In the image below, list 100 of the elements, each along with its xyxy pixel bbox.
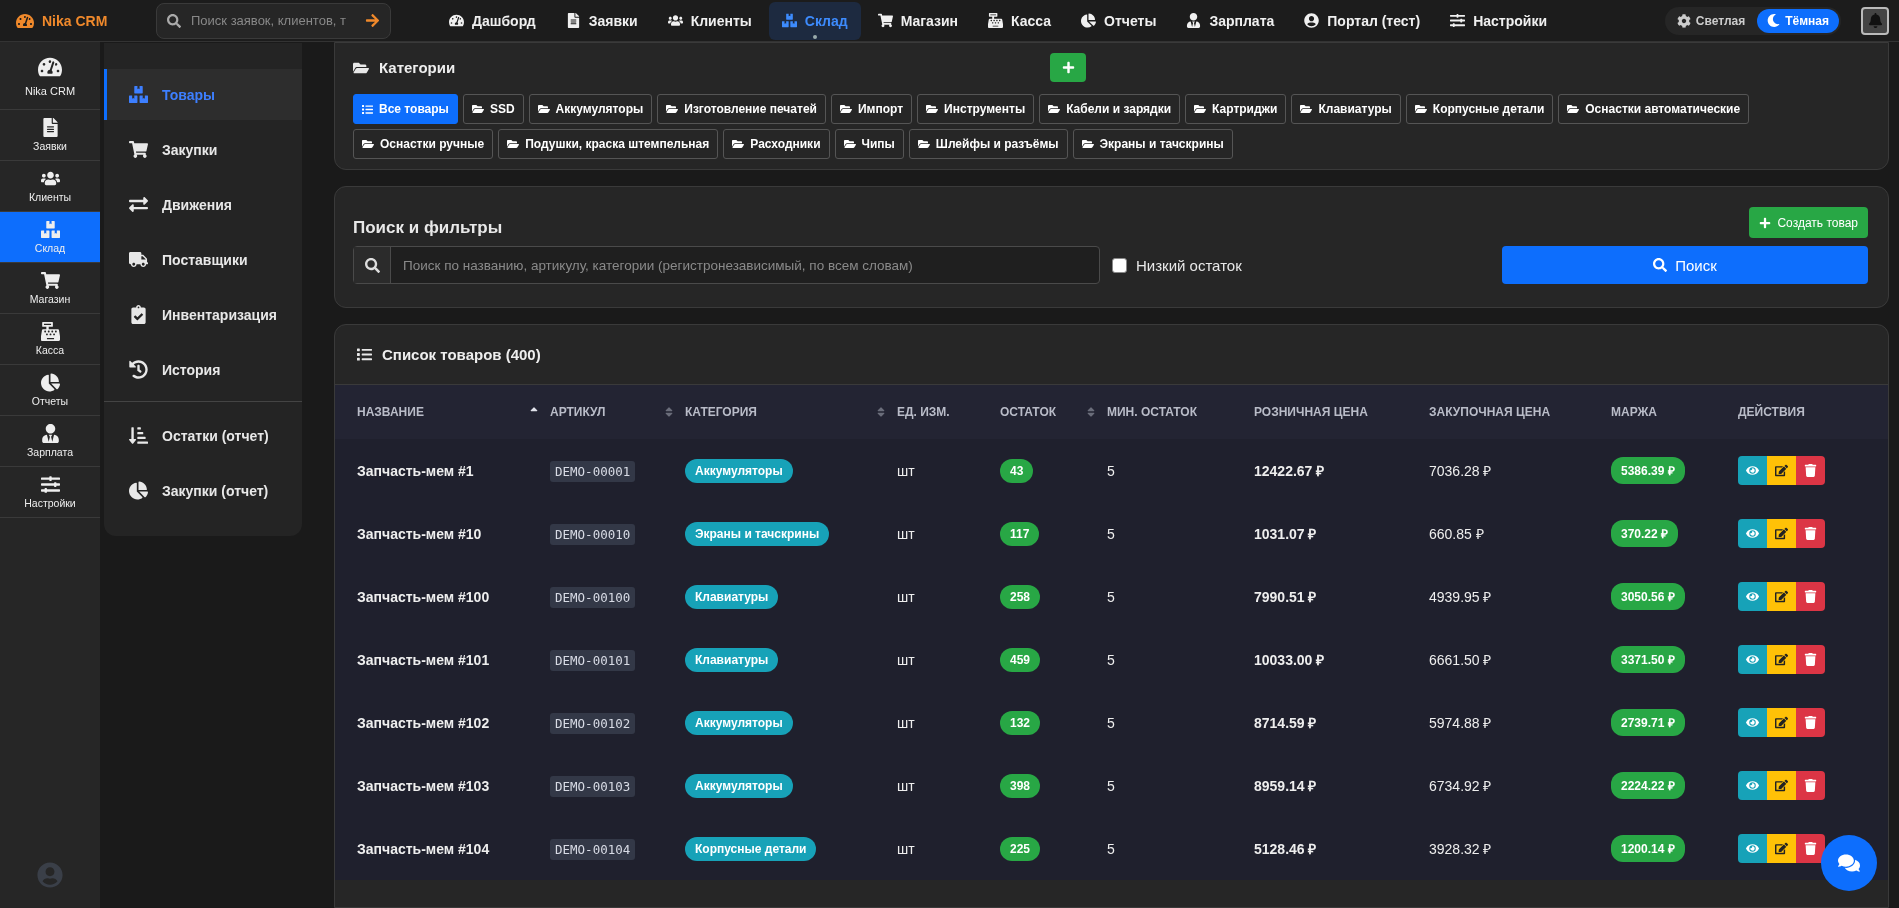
arrow-icon[interactable] (365, 13, 380, 28)
column-header[interactable]: ОСТАТОК (1000, 405, 1107, 419)
rail-item[interactable]: Зарплата (0, 416, 100, 467)
category-chip[interactable]: Кабели и зарядки (1039, 94, 1181, 124)
submenu-item[interactable]: Остатки (отчет) (104, 410, 302, 461)
sort-icon[interactable] (1085, 406, 1097, 418)
submenu-item[interactable]: Инвентаризация (104, 289, 302, 340)
category-chip[interactable]: Корпусные детали (1405, 94, 1554, 124)
clipboard-icon (129, 305, 148, 324)
retail-price: 8959.14 ₽ (1254, 777, 1318, 795)
delete-button[interactable] (1796, 519, 1825, 548)
users-icon (40, 169, 60, 188)
unit-cell-text: шт (897, 714, 916, 731)
nav-tab[interactable]: Заявки (552, 1, 651, 40)
notifications-button[interactable] (1861, 6, 1889, 35)
category-chip[interactable]: Экраны и тачскрины (1072, 129, 1233, 159)
card-title: Поиск и фильтры (353, 217, 503, 238)
category-tag: Корпусные детали (685, 836, 817, 861)
sort-icon[interactable] (663, 406, 675, 418)
category-chip[interactable]: Импорт (830, 94, 913, 124)
checkbox[interactable] (1112, 257, 1127, 273)
rail-item[interactable]: Магазин (0, 263, 100, 314)
bell-icon (1867, 13, 1883, 28)
theme-option[interactable]: Светлая (1666, 8, 1756, 33)
category-chip[interactable]: Аккумуляторы (528, 94, 653, 124)
document-icon (565, 13, 581, 28)
search-icon (1653, 258, 1668, 272)
edit-button[interactable] (1767, 708, 1796, 737)
rail-item[interactable]: Заявки (0, 110, 100, 161)
purchase-price: 3928.32 ₽ (1429, 840, 1493, 858)
category-chip[interactable]: Чипы (834, 129, 904, 159)
nav-tab[interactable]: Дашборд (436, 1, 549, 40)
rail-item[interactable]: Склад (0, 212, 100, 263)
delete-button[interactable] (1796, 456, 1825, 485)
delete-button[interactable] (1796, 645, 1825, 674)
theme-switch[interactable]: Светлая Тёмная (1664, 6, 1841, 35)
category-chip[interactable]: Оснастки ручные (353, 129, 494, 159)
nav-tab[interactable]: Склад (768, 1, 861, 40)
nav-tab[interactable]: Настройки (1437, 1, 1560, 40)
global-search-field[interactable]: Поиск заявок, клиентов, т (156, 2, 391, 39)
submenu-item[interactable]: Товары (104, 69, 302, 120)
theme-option[interactable]: Тёмная (1757, 8, 1839, 33)
edit-button[interactable] (1767, 834, 1796, 863)
edit-button[interactable] (1767, 582, 1796, 611)
category-chip[interactable]: Изготовление печатей (657, 94, 826, 124)
rail-logo[interactable]: Nika CRM (0, 42, 100, 110)
nav-tab[interactable]: Зарплата (1173, 1, 1288, 40)
retail-price: 10033.00 ₽ (1254, 651, 1326, 669)
search-button[interactable]: Поиск (1502, 246, 1868, 284)
category-chip[interactable]: Клавиатуры (1291, 94, 1401, 124)
folder-icon (1414, 103, 1427, 115)
submenu-item[interactable]: Поставщики (104, 234, 302, 285)
category-chip[interactable]: Картриджи (1185, 94, 1287, 124)
rail-item[interactable]: Настройки (0, 467, 100, 518)
category-tag: Клавиатуры (685, 584, 779, 609)
nav-tab[interactable]: Клиенты (654, 1, 765, 40)
folder-icon (1300, 103, 1313, 115)
rail-item[interactable]: Отчеты (0, 365, 100, 416)
category-tag: Аккумуляторы (685, 773, 793, 798)
submenu-item[interactable]: Закупки (отчет) (104, 465, 302, 516)
nav-tab[interactable]: Касса (975, 1, 1065, 40)
nav-tab[interactable]: Отчеты (1068, 1, 1170, 40)
add-category-button[interactable] (1050, 53, 1087, 82)
category-chip[interactable]: Оснастки автоматические (1558, 94, 1750, 124)
column-header[interactable]: НАЗВАНИЕ (357, 405, 550, 419)
category-chip[interactable]: Инструменты (917, 94, 1035, 124)
category-chip[interactable]: Расходники (723, 129, 830, 159)
column-header[interactable]: КАТЕГОРИЯ (685, 405, 897, 419)
submenu-item[interactable]: История (104, 344, 302, 395)
category-chip[interactable]: Подушки, краска штемпельная (498, 129, 719, 159)
purchase-price: 6734.92 ₽ (1429, 777, 1493, 795)
stock-badge: 225 (1000, 836, 1041, 861)
nav-tab[interactable]: Портал (тест) (1291, 1, 1434, 40)
submenu-item[interactable]: Движения (104, 179, 302, 230)
sort-icon[interactable] (875, 406, 887, 418)
edit-button[interactable] (1767, 771, 1796, 800)
rail-item[interactable]: Касса (0, 314, 100, 365)
edit-button[interactable] (1767, 519, 1796, 548)
category-chip[interactable]: Все товары (353, 94, 458, 124)
nav-tab[interactable]: Магазин (864, 1, 972, 40)
edit-button[interactable] (1767, 645, 1796, 674)
delete-button[interactable] (1796, 834, 1825, 863)
folder-icon (917, 138, 930, 150)
delete-button[interactable] (1796, 771, 1825, 800)
edit-button[interactable] (1767, 456, 1796, 485)
category-chip[interactable]: Шлейфы и разъёмы (908, 129, 1068, 159)
min-stock-cell-text: 5 (1107, 525, 1116, 542)
boxes-icon (129, 85, 148, 104)
submenu-item[interactable]: Закупки (104, 124, 302, 175)
category-chip[interactable]: SSD (462, 94, 524, 124)
min-stock-cell-text: 5 (1107, 714, 1116, 731)
search-input[interactable]: Поиск заявок, клиентов, т (189, 12, 357, 29)
trash-icon (1804, 590, 1817, 603)
app-logo[interactable]: Nika CRM (16, 11, 156, 30)
plus-icon (1759, 216, 1772, 229)
unit-cell-text: шт (897, 525, 916, 542)
delete-button[interactable] (1796, 708, 1825, 737)
column-header[interactable]: АРТИКУЛ (550, 405, 685, 419)
delete-button[interactable] (1796, 582, 1825, 611)
trash-icon (1804, 779, 1817, 792)
